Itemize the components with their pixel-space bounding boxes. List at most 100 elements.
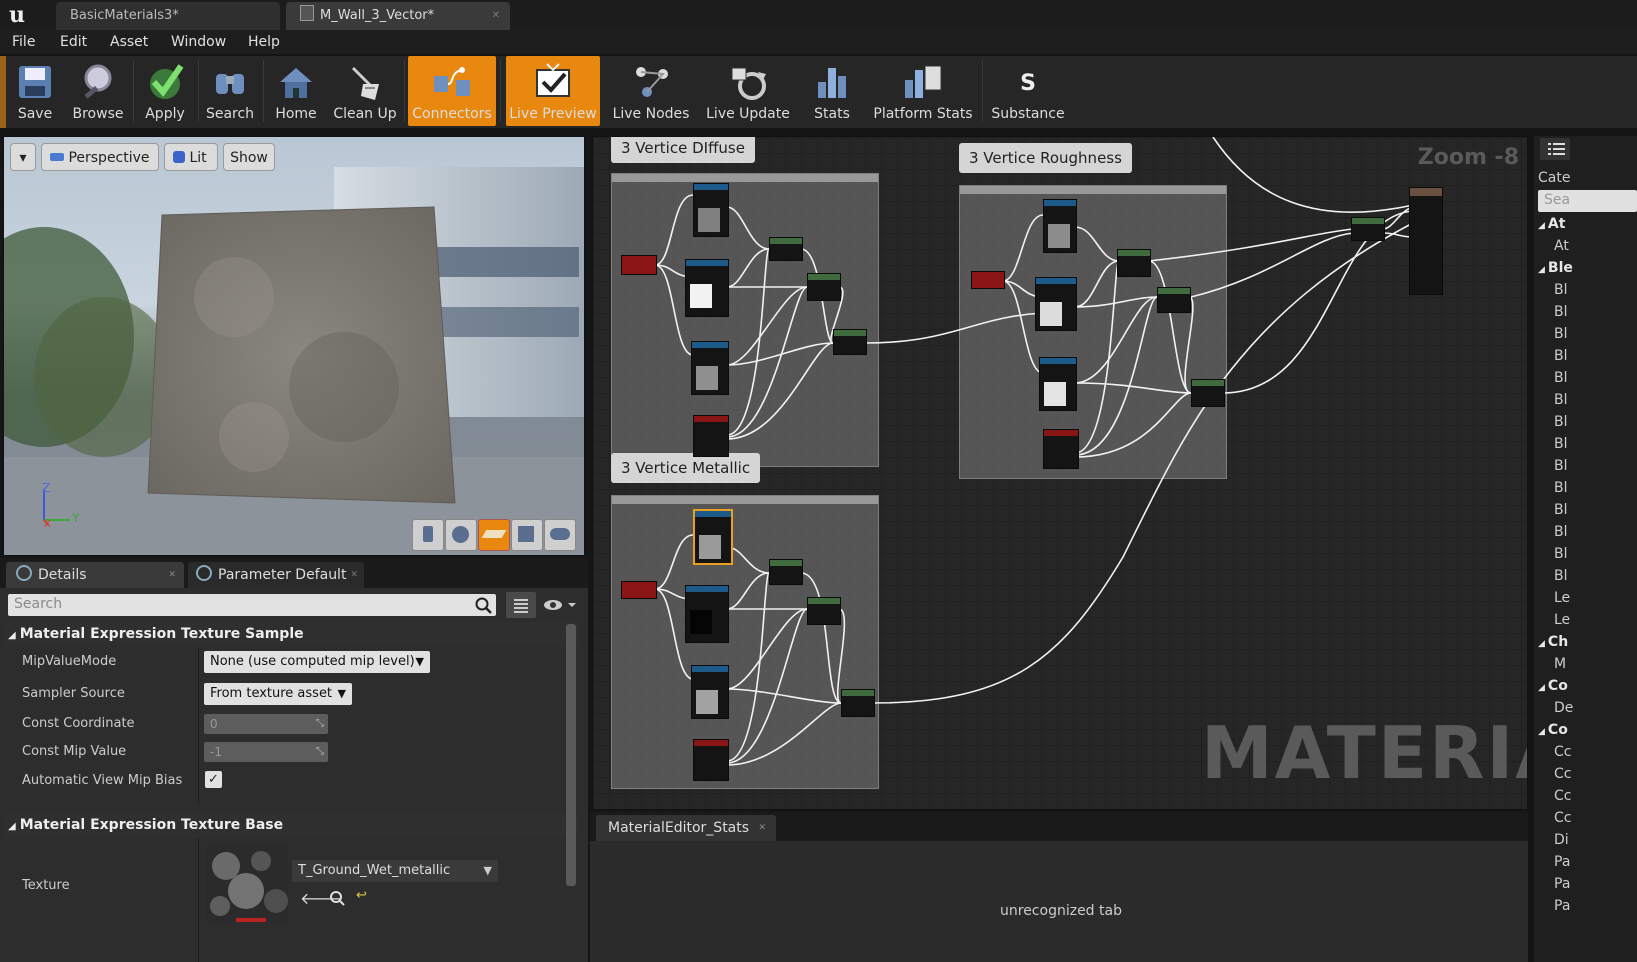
reset-to-default-icon[interactable]: ↩ [356,888,367,903]
search-button[interactable]: Search [202,56,258,126]
details-search-input[interactable]: Search [8,594,496,616]
palette-item[interactable]: Bl [1554,436,1568,452]
show-button[interactable]: Show [223,143,275,171]
tab-parameter-default[interactable]: Parameter Default ✕ [188,562,364,588]
close-icon[interactable]: ✕ [758,815,766,841]
vertex-color-node[interactable] [1043,429,1079,469]
material-graph[interactable]: 3 Vertice DIffuse 3 Vertice Roughness 3 … [592,136,1528,810]
preview-viewport[interactable]: Z Y X ▾ Perspective Lit Show [3,136,585,556]
property-matrix-icon[interactable] [506,592,536,618]
menu-help[interactable]: Help [248,30,280,54]
palette-item[interactable]: M [1554,656,1566,672]
automatic-view-mip-bias-checkbox[interactable]: ✓ [205,771,222,788]
plane-icon[interactable] [478,519,510,551]
palette-category[interactable]: ◢ Ble [1538,260,1573,276]
palette-item[interactable]: Bl [1554,546,1568,562]
palette-item[interactable]: Cc [1554,788,1571,804]
menu-file[interactable]: File [12,30,35,54]
search-icon[interactable] [474,596,492,614]
browse-button[interactable]: Browse [66,56,130,126]
texture-sample-node[interactable] [691,341,729,395]
palette-item[interactable]: Cc [1554,810,1571,826]
close-icon[interactable]: ✕ [168,562,176,588]
vertex-color-node[interactable] [621,255,657,275]
palette-item[interactable]: Bl [1554,502,1568,518]
palette-item[interactable]: Bl [1554,480,1568,496]
const-coordinate-field[interactable]: 0 ⤡ [204,714,328,734]
palette-item[interactable]: Pa [1554,854,1570,870]
clean-up-button[interactable]: Clean Up [330,56,400,126]
section-texture-sample[interactable]: ◢ Material Expression Texture Sample [4,622,578,646]
palette-item[interactable]: Bl [1554,326,1568,342]
unreal-logo-icon[interactable]: u [4,2,30,28]
texture-sample-node[interactable] [1043,199,1077,253]
lerp-node[interactable] [807,597,841,625]
list-view-icon[interactable] [1540,138,1570,160]
visibility-eye-icon[interactable] [542,594,580,616]
palette-item[interactable]: Bl [1554,568,1568,584]
teapot-icon[interactable] [544,519,576,551]
close-icon[interactable]: ✕ [350,562,358,588]
browse-search-icon[interactable] [329,890,345,906]
lerp-node[interactable] [769,559,803,585]
tab-materialeditor-stats[interactable]: MaterialEditor_Stats ✕ [596,815,776,841]
palette-item[interactable]: Bl [1554,414,1568,430]
sphere-icon[interactable] [445,519,477,551]
palette-item[interactable]: Cc [1554,744,1571,760]
lerp-node[interactable] [1157,287,1191,313]
live-nodes-button[interactable]: Live Nodes [608,56,694,126]
palette-item[interactable]: Di [1554,832,1569,848]
palette-item[interactable]: Pa [1554,876,1570,892]
palette-item[interactable]: Bl [1554,524,1568,540]
lit-button[interactable]: Lit [164,143,218,171]
vertex-color-node[interactable] [621,581,657,599]
palette-item[interactable]: Cc [1554,766,1571,782]
substance-button[interactable]: S Substance [986,56,1070,126]
perspective-button[interactable]: Perspective [41,143,159,171]
palette-item[interactable]: Bl [1554,392,1568,408]
texture-sample-node[interactable] [693,183,729,237]
details-scrollbar[interactable] [566,624,576,886]
palette-item[interactable]: Bl [1554,370,1568,386]
tab-details[interactable]: Details ✕ [6,562,184,588]
palette-category[interactable]: ◢ Co [1538,722,1568,738]
palette-item[interactable]: Bl [1554,458,1568,474]
lerp-node[interactable] [833,329,867,355]
palette-category[interactable]: ◢ Ch [1538,634,1568,650]
tab-m-wall-3-vector[interactable]: M_Wall_3_Vector* ✕ [286,2,510,30]
lerp-node[interactable] [807,273,841,301]
tab-basic-materials[interactable]: BasicMaterials3* [56,2,280,30]
cylinder-icon[interactable] [412,519,444,551]
close-icon[interactable]: ✕ [492,2,500,30]
palette-item[interactable]: Pa [1554,898,1570,914]
palette-item[interactable]: De [1554,700,1573,716]
lerp-node[interactable] [769,237,803,261]
texture-sample-node[interactable] [685,259,729,317]
palette-item[interactable]: Le [1554,590,1570,606]
sampler-source-combo[interactable]: From texture asset ▼ [204,683,352,705]
texture-sample-node[interactable] [691,665,729,719]
menu-window[interactable]: Window [171,30,226,54]
live-update-button[interactable]: Live Update [700,56,796,126]
lerp-node[interactable] [1117,249,1151,277]
texture-sample-node-selected[interactable] [693,509,733,565]
palette-item[interactable]: Bl [1554,348,1568,364]
palette-item[interactable]: Le [1554,612,1570,628]
const-mip-value-field[interactable]: -1 ⤡ [204,742,328,762]
menu-edit[interactable]: Edit [60,30,87,54]
palette-item[interactable]: Bl [1554,282,1568,298]
connectors-button[interactable]: Connectors [408,56,496,126]
vertex-color-node[interactable] [971,271,1005,289]
vertex-color-node[interactable] [693,739,729,781]
texture-asset-combo[interactable]: T_Ground_Wet_metallic ▼ [292,860,498,882]
palette-item[interactable]: Bl [1554,304,1568,320]
apply-button[interactable]: Apply [136,56,194,126]
palette-search-input[interactable]: Sea [1538,190,1637,212]
palette-category[interactable]: ◢ At [1538,216,1565,232]
live-preview-button[interactable]: Live Preview [506,56,600,126]
texture-thumbnail[interactable] [206,846,288,922]
lerp-node[interactable] [841,689,875,717]
stats-button[interactable]: Stats [802,56,862,126]
save-button[interactable]: Save [6,56,64,126]
menu-asset[interactable]: Asset [110,30,148,54]
